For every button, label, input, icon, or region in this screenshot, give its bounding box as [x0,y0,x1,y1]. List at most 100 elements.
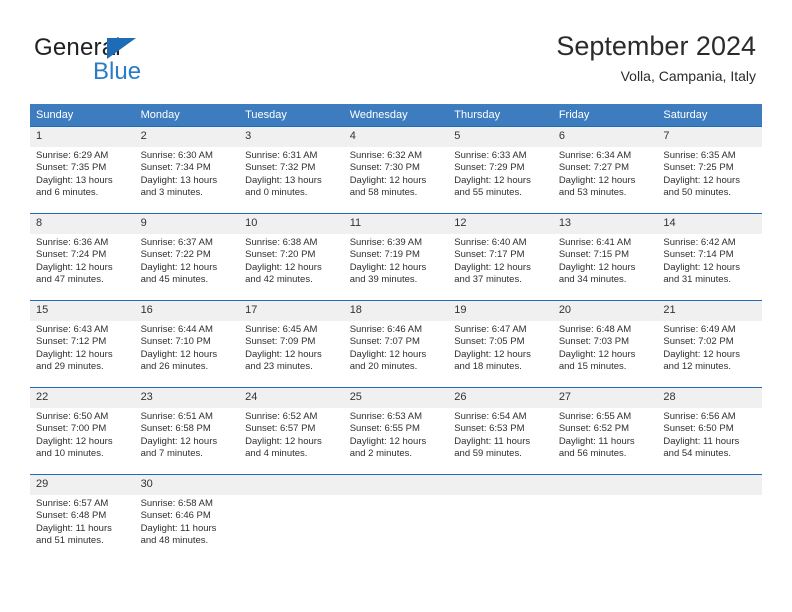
sunrise-text: Sunrise: 6:38 AM [245,237,318,248]
day-details: Sunrise: 6:33 AM Sunset: 7:29 PM Daylight:… [448,147,553,200]
day-details: Sunrise: 6:49 AM Sunset: 7:02 PM Daylight:… [657,321,762,374]
weekday-header-monday: Monday [134,104,240,126]
day-details: Sunrise: 6:52 AM Sunset: 6:57 PM Daylight:… [239,408,344,461]
day-cell[interactable]: 5 Sunrise: 6:33 AM Sunset: 7:29 PM Daylight… [448,126,553,213]
day-details: Sunrise: 6:54 AM Sunset: 6:53 PM Daylight:… [448,408,553,461]
day-cell[interactable]: 2 Sunrise: 6:30 AM Sunset: 7:34 PM Daylight… [134,126,240,213]
daylight-text: Daylight: 11 hours and 48 minutes. [140,522,217,547]
sunset-text: Sunset: 6:52 PM [558,423,630,435]
weekday-header-friday: Friday [552,104,658,126]
page-header: General Blue September 2024 Volla, Campa… [0,0,792,100]
day-details: Sunrise: 6:55 AM Sunset: 6:52 PM Daylight:… [553,408,658,461]
daylight-text: Daylight: 12 hours and 18 minutes. [454,348,531,373]
sunrise-text: Sunrise: 6:41 AM [558,237,632,248]
page-title: September 2024 [556,31,756,61]
day-details: Sunrise: 6:36 AM Sunset: 7:24 PM Daylight:… [30,234,135,287]
day-number: 23 [134,388,240,408]
weekday-header-tuesday: Tuesday [239,104,344,126]
daylight-text: Daylight: 12 hours and 29 minutes. [36,348,113,373]
weekday-header-sunday: Sunday [30,104,135,126]
day-cell[interactable]: 20 Sunrise: 6:48 AM Sunset: 7:03 PM Dayligh… [552,300,658,387]
calendar-week-row: 29 Sunrise: 6:57 AM Sunset: 6:48 PM Dayligh… [30,474,762,561]
sunrise-text: Sunrise: 6:56 AM [663,411,736,422]
day-number: 8 [30,214,135,234]
day-number: 18 [343,301,449,321]
day-number: 11 [343,214,449,234]
sunset-text: Sunset: 7:00 PM [36,423,107,435]
day-cell[interactable]: 21 Sunrise: 6:49 AM Sunset: 7:02 PM Dayligh… [657,300,762,387]
daylight-text: Daylight: 12 hours and 2 minutes. [349,435,427,460]
day-cell[interactable]: 29 Sunrise: 6:57 AM Sunset: 6:48 PM Dayligh… [30,474,135,561]
day-cell[interactable]: 15 Sunrise: 6:43 AM Sunset: 7:12 PM Dayligh… [30,300,135,387]
sunrise-text: Sunrise: 6:29 AM [36,150,109,161]
sunset-text: Sunset: 7:25 PM [663,162,734,174]
sunset-text: Sunset: 7:35 PM [36,162,107,174]
sunrise-text: Sunrise: 6:31 AM [245,150,318,161]
day-cell[interactable]: 30 Sunrise: 6:58 AM Sunset: 6:46 PM Dayligh… [134,474,240,561]
day-details: Sunrise: 6:37 AM Sunset: 7:22 PM Daylight:… [135,234,240,287]
sunrise-text: Sunrise: 6:45 AM [245,324,318,335]
sunrise-text: Sunrise: 6:36 AM [36,237,109,248]
day-cell[interactable]: 27 Sunrise: 6:55 AM Sunset: 6:52 PM Dayligh… [552,387,658,474]
sunrise-text: Sunrise: 6:35 AM [663,150,736,161]
day-cell[interactable]: 1 Sunrise: 6:29 AM Sunset: 7:35 PM Daylight… [30,126,135,213]
day-cell[interactable]: 9 Sunrise: 6:37 AM Sunset: 7:22 PM Daylight… [134,213,240,300]
sunrise-text: Sunrise: 6:53 AM [349,411,423,422]
calendar-page: General Blue September 2024 Volla, Campa… [0,0,792,612]
sunrise-text: Sunrise: 6:42 AM [663,237,736,248]
day-details: Sunrise: 6:50 AM Sunset: 7:00 PM Daylight:… [30,408,135,461]
day-details: Sunrise: 6:35 AM Sunset: 7:25 PM Daylight:… [657,147,762,200]
day-number: 7 [657,127,762,147]
daylight-text: Daylight: 11 hours and 56 minutes. [558,435,635,460]
day-cell[interactable]: 19 Sunrise: 6:47 AM Sunset: 7:05 PM Dayligh… [448,300,553,387]
day-cell-empty [552,474,658,561]
calendar-week-row: 8 Sunrise: 6:36 AM Sunset: 7:24 PM Daylight… [30,213,762,300]
calendar-week-row: 15 Sunrise: 6:43 AM Sunset: 7:12 PM Dayligh… [30,300,762,387]
day-cell[interactable]: 10 Sunrise: 6:38 AM Sunset: 7:20 PM Dayligh… [239,213,344,300]
day-cell[interactable]: 26 Sunrise: 6:54 AM Sunset: 6:53 PM Dayligh… [448,387,553,474]
day-details: Sunrise: 6:30 AM Sunset: 7:34 PM Daylight:… [135,147,240,200]
day-number: 3 [239,127,344,147]
sunset-text: Sunset: 7:24 PM [36,249,107,261]
day-number: 1 [30,127,135,147]
day-cell[interactable]: 11 Sunrise: 6:39 AM Sunset: 7:19 PM Dayligh… [343,213,449,300]
day-cell[interactable]: 8 Sunrise: 6:36 AM Sunset: 7:24 PM Daylight… [30,213,135,300]
day-number [552,475,658,495]
day-cell[interactable]: 14 Sunrise: 6:42 AM Sunset: 7:14 PM Dayligh… [657,213,762,300]
sunrise-text: Sunrise: 6:48 AM [558,324,632,335]
day-details: Sunrise: 6:44 AM Sunset: 7:10 PM Daylight:… [135,321,240,374]
day-cell[interactable]: 25 Sunrise: 6:53 AM Sunset: 6:55 PM Dayligh… [343,387,449,474]
day-cell[interactable]: 18 Sunrise: 6:46 AM Sunset: 7:07 PM Dayligh… [343,300,449,387]
day-details: Sunrise: 6:42 AM Sunset: 7:14 PM Daylight:… [657,234,762,287]
daylight-text: Daylight: 12 hours and 39 minutes. [349,261,427,286]
day-cell[interactable]: 13 Sunrise: 6:41 AM Sunset: 7:15 PM Dayligh… [552,213,658,300]
day-number [343,475,449,495]
day-cell-empty [343,474,449,561]
sunrise-text: Sunrise: 6:58 AM [140,498,213,509]
daylight-text: Daylight: 12 hours and 31 minutes. [663,261,740,286]
day-cell[interactable]: 17 Sunrise: 6:45 AM Sunset: 7:09 PM Dayligh… [239,300,344,387]
day-cell[interactable]: 3 Sunrise: 6:31 AM Sunset: 7:32 PM Daylight… [239,126,344,213]
general-blue-logo[interactable]: General Blue [34,34,214,85]
day-cell[interactable]: 23 Sunrise: 6:51 AM Sunset: 6:58 PM Dayligh… [134,387,240,474]
sunrise-text: Sunrise: 6:44 AM [140,324,213,335]
day-cell[interactable]: 7 Sunrise: 6:35 AM Sunset: 7:25 PM Daylight… [657,126,762,213]
day-cell[interactable]: 22 Sunrise: 6:50 AM Sunset: 7:00 PM Dayligh… [30,387,135,474]
day-cell[interactable]: 12 Sunrise: 6:40 AM Sunset: 7:17 PM Dayligh… [448,213,553,300]
day-cell[interactable]: 28 Sunrise: 6:56 AM Sunset: 6:50 PM Dayligh… [657,387,762,474]
daylight-text: Daylight: 12 hours and 45 minutes. [140,261,218,286]
daylight-text: Daylight: 13 hours and 0 minutes. [245,174,322,199]
daylight-text: Daylight: 12 hours and 53 minutes. [558,174,636,199]
day-cell[interactable]: 6 Sunrise: 6:34 AM Sunset: 7:27 PM Daylight… [552,126,658,213]
sunset-text: Sunset: 7:32 PM [245,162,316,174]
day-cell[interactable]: 4 Sunrise: 6:32 AM Sunset: 7:30 PM Daylight… [343,126,449,213]
day-number [239,475,344,495]
day-number: 13 [552,214,658,234]
daylight-text: Daylight: 13 hours and 3 minutes. [140,174,218,199]
day-cell[interactable]: 24 Sunrise: 6:52 AM Sunset: 6:57 PM Dayligh… [239,387,344,474]
day-number: 14 [657,214,762,234]
sunset-text: Sunset: 7:12 PM [36,336,107,348]
day-details: Sunrise: 6:31 AM Sunset: 7:32 PM Daylight:… [239,147,344,200]
day-number: 29 [30,475,135,495]
day-cell[interactable]: 16 Sunrise: 6:44 AM Sunset: 7:10 PM Dayligh… [134,300,240,387]
